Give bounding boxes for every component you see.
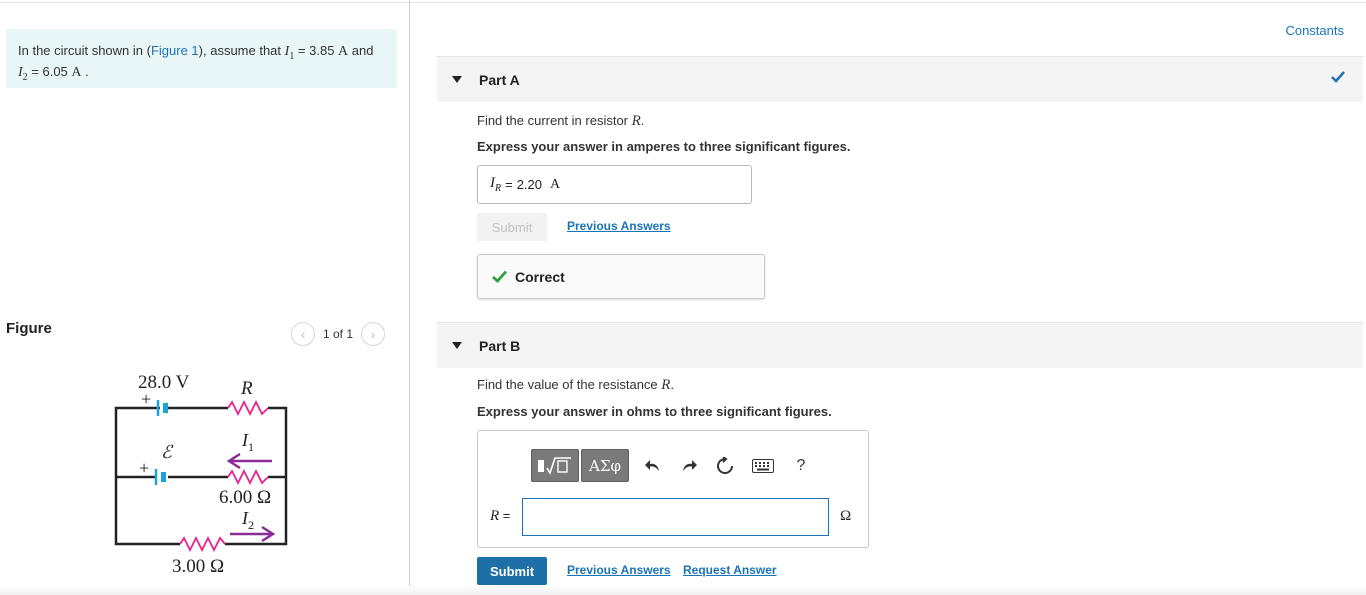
intro-text: In the circuit shown in ( [18, 43, 151, 58]
feedback-text: Correct [515, 268, 565, 285]
current-i1-label: I1 [241, 430, 254, 454]
help-button[interactable]: ? [783, 449, 819, 482]
answer-equals: = [505, 177, 513, 192]
caret-down-icon[interactable] [452, 342, 462, 349]
plus-sign: + [139, 458, 149, 478]
i1-symbol: I1 [284, 44, 295, 62]
resistor-r-label: R [240, 378, 253, 399]
reset-icon[interactable] [707, 449, 743, 482]
i2-symbol: I2 [18, 64, 28, 83]
math-templates-icon[interactable] [531, 449, 579, 482]
resistor-r [227, 399, 269, 417]
questions-panel: Constants Part A Find the current in res… [410, 0, 1366, 595]
part-b-header[interactable]: Part B [437, 322, 1363, 368]
resistor-3ohm-label: 3.00 Ω [172, 556, 224, 577]
part-b-previous-answers-link[interactable]: Previous Answers [567, 563, 671, 577]
resistor-6ohm [227, 468, 269, 486]
unit-label: Ω [840, 508, 852, 524]
current-i2-label: I2 [241, 508, 254, 532]
resistor-6ohm-label: 6.00 Ω [219, 487, 271, 508]
part-a-answer-field[interactable]: IR = 2.20 A [477, 165, 752, 204]
chevron-right-icon[interactable]: › [361, 322, 386, 346]
part-b-input-panel: ΑΣφ ? R = Ω [477, 430, 869, 548]
intro-text: and [348, 43, 374, 58]
request-answer-link[interactable]: Request Answer [683, 563, 777, 577]
intro-text: ), assume that [198, 43, 285, 58]
figure-link[interactable]: Figure 1 [151, 43, 199, 58]
part-b-question: Find the value of the resistance R. [477, 377, 675, 393]
part-b-title: Part B [479, 337, 521, 354]
part-a-feedback: Correct [477, 254, 765, 299]
i1-value: = 3.85 [294, 43, 339, 58]
resistance-answer-input[interactable] [522, 498, 829, 536]
i2-value: = 6.05 [27, 63, 72, 79]
redo-icon[interactable] [671, 449, 707, 482]
resistor-3ohm [179, 535, 226, 553]
caret-down-icon[interactable] [452, 76, 462, 83]
part-a-question: Find the current in resistor R. [477, 113, 645, 129]
answer-unit: A [550, 176, 561, 192]
circuit-diagram: 28.0 V + R ℰ + I1 6.00 Ω I2 3.00 Ω [114, 372, 288, 577]
part-a-previous-answers-link[interactable]: Previous Answers [567, 219, 671, 233]
math-toolbar: ΑΣφ ? [531, 449, 819, 482]
answer-value: 2.20 [516, 177, 543, 192]
figure-pager: ‹ 1 of 1 › [291, 322, 386, 346]
i2-unit: A [71, 64, 82, 80]
answer-label: IR [490, 175, 502, 194]
plus-sign: + [141, 389, 151, 409]
checkmark-icon [492, 270, 507, 283]
keyboard-icon[interactable] [743, 449, 783, 482]
battery-emf [154, 469, 166, 485]
current-arrow-i1 [226, 452, 272, 470]
part-b-instruction: Express your answer in ohms to three sig… [477, 404, 832, 419]
intro-text: . [81, 63, 89, 79]
input-label: R = [490, 508, 511, 524]
problem-panel: In the circuit shown in (Figure 1), assu… [0, 0, 410, 595]
bottom-fade [0, 586, 1366, 595]
chevron-left-icon[interactable]: ‹ [291, 322, 315, 346]
part-a-title: Part A [479, 71, 520, 88]
part-a-submit-button[interactable]: Submit [477, 213, 547, 241]
part-a-instruction: Express your answer in amperes to three … [477, 139, 851, 154]
problem-statement: In the circuit shown in (Figure 1), assu… [6, 29, 397, 88]
figure-title: Figure [6, 320, 52, 337]
undo-icon[interactable] [635, 449, 671, 482]
emf-label: ℰ [161, 442, 174, 462]
constants-link[interactable]: Constants [1285, 23, 1344, 38]
i1-unit: A [338, 44, 349, 59]
pager-text: 1 of 1 [323, 327, 354, 341]
part-b-submit-button[interactable]: Submit [477, 557, 547, 585]
part-a-header[interactable]: Part A [437, 56, 1363, 102]
checkmark-icon [1331, 71, 1345, 83]
symbols-button[interactable]: ΑΣφ [581, 449, 629, 482]
